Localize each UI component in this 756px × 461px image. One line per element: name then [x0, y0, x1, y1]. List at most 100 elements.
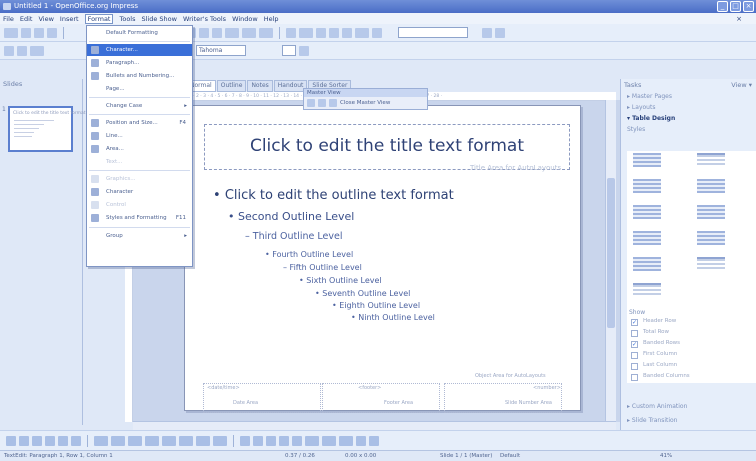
section-table-design[interactable]: ▾ Table Design [621, 113, 756, 124]
text-icon[interactable] [71, 435, 81, 446]
maximize-button[interactable]: □ [730, 1, 741, 12]
menu-item-line[interactable]: Line... [87, 130, 192, 142]
table-style-1[interactable] [633, 153, 661, 167]
arrange-icon[interactable] [339, 435, 353, 446]
find-next-icon[interactable] [495, 27, 505, 38]
close-document-button[interactable]: × [736, 15, 742, 23]
menu-writers-tools[interactable]: Writer's Tools [183, 15, 226, 23]
points-icon[interactable] [240, 435, 250, 446]
select-arrow-icon[interactable] [6, 435, 16, 446]
menu-help[interactable]: Help [264, 15, 279, 23]
table-style-7[interactable] [633, 231, 661, 245]
slide-thumbnail[interactable]: Click to edit the title text format [8, 106, 86, 152]
navigator-icon[interactable] [342, 27, 352, 38]
symbol-shapes-icon[interactable] [145, 435, 159, 446]
menu-item-default-formatting[interactable]: Default Formatting [87, 27, 192, 39]
grid-icon[interactable] [329, 27, 339, 38]
style-dropdown-icon[interactable] [30, 45, 44, 56]
connector-icon[interactable] [111, 435, 125, 446]
font-size-select[interactable] [282, 45, 296, 56]
new-master-icon[interactable] [307, 99, 315, 107]
table-style-4[interactable] [697, 179, 725, 193]
toolbar-options-icon[interactable] [369, 435, 379, 446]
ellipse-icon[interactable] [58, 435, 68, 446]
section-custom-animation[interactable]: ▸ Custom Animation [621, 401, 687, 412]
font-name-select[interactable]: Tahoma [196, 45, 246, 56]
tab-notes[interactable]: Notes [247, 80, 273, 92]
stars-icon[interactable] [213, 435, 227, 446]
style-list-icon[interactable] [17, 45, 27, 56]
menu-format[interactable]: Format [84, 13, 114, 24]
save-icon[interactable] [34, 27, 44, 38]
status-zoom[interactable]: 41% [660, 451, 672, 461]
menu-item-position-size[interactable]: Position and Size... F4 [87, 117, 192, 129]
extrusion-icon[interactable] [356, 435, 366, 446]
section-slide-transition[interactable]: ▸ Slide Transition [621, 415, 678, 426]
checkbox-header-row[interactable]: ✓ [631, 319, 638, 326]
email-icon[interactable] [47, 27, 57, 38]
line-icon[interactable] [19, 435, 29, 446]
menu-tools[interactable]: Tools [119, 15, 135, 23]
help-icon[interactable] [372, 27, 382, 38]
tab-outline[interactable]: Outline [216, 80, 247, 92]
minimize-button[interactable]: _ [717, 1, 728, 12]
callouts-icon[interactable] [196, 435, 210, 446]
search-field[interactable] [398, 27, 468, 38]
checkbox-first-column[interactable] [631, 352, 638, 359]
delete-master-icon[interactable] [318, 99, 326, 107]
table-style-11[interactable] [633, 283, 661, 297]
menu-item-page[interactable]: Page... [87, 83, 192, 95]
table-style-5[interactable] [633, 205, 661, 219]
menu-item-bullets-numbering[interactable]: Bullets and Numbering... [87, 70, 192, 82]
section-master-pages[interactable]: ▸ Master Pages [621, 91, 756, 102]
fontwork-icon[interactable] [266, 435, 276, 446]
menu-slide-show[interactable]: Slide Show [142, 15, 177, 23]
curve-icon[interactable] [94, 435, 108, 446]
menu-item-group[interactable]: Group ▸ [87, 230, 192, 242]
gallery-draw-icon[interactable] [292, 435, 302, 446]
menu-item-change-case[interactable]: Change Case ▸ [87, 100, 192, 112]
bold-icon[interactable] [299, 45, 309, 56]
copy-icon[interactable] [212, 27, 222, 38]
cut-icon[interactable] [199, 27, 209, 38]
arrow-line-icon[interactable] [32, 435, 42, 446]
redo-icon[interactable] [259, 27, 273, 38]
menu-item-paragraph[interactable]: Paragraph... [87, 57, 192, 69]
paste-icon[interactable] [225, 27, 239, 38]
section-layouts[interactable]: ▸ Layouts [621, 102, 756, 113]
horizontal-scrollbar[interactable] [133, 421, 616, 430]
chart-icon[interactable] [286, 27, 296, 38]
vertical-scrollbar[interactable] [605, 100, 616, 422]
rotate-icon[interactable] [305, 435, 319, 446]
block-arrows-icon[interactable] [162, 435, 176, 446]
rectangle-icon[interactable] [45, 435, 55, 446]
rename-master-icon[interactable] [329, 99, 337, 107]
table-style-6[interactable] [697, 205, 725, 219]
table-style-8[interactable] [697, 231, 725, 245]
styles-icon[interactable] [4, 45, 14, 56]
flowchart-icon[interactable] [179, 435, 193, 446]
menu-item-styles-formatting[interactable]: Styles and Formatting F11 [87, 212, 192, 224]
menu-item-character[interactable]: Character... [87, 44, 192, 56]
menu-view[interactable]: View [38, 15, 53, 23]
find-icon[interactable] [482, 27, 492, 38]
gallery-icon[interactable] [355, 27, 369, 38]
basic-shapes-icon[interactable] [128, 435, 142, 446]
scrollbar-thumb[interactable] [607, 178, 615, 328]
menu-file[interactable]: File [3, 15, 14, 23]
align-icon[interactable] [322, 435, 336, 446]
tasks-view-menu[interactable]: View ▾ [731, 79, 752, 91]
table-style-10[interactable] [697, 257, 725, 271]
menu-insert[interactable]: Insert [60, 15, 79, 23]
table-style-3[interactable] [633, 179, 661, 193]
from-file-icon[interactable] [279, 435, 289, 446]
menu-edit[interactable]: Edit [20, 15, 33, 23]
new-document-icon[interactable] [4, 27, 18, 38]
menu-item-area[interactable]: Area... [87, 143, 192, 155]
close-master-view-button[interactable]: Close Master View [340, 100, 390, 106]
menu-window[interactable]: Window [232, 15, 258, 23]
table-style-2[interactable] [697, 153, 725, 167]
checkbox-banded-columns[interactable] [631, 374, 638, 381]
glue-points-icon[interactable] [253, 435, 263, 446]
close-window-button[interactable]: × [743, 1, 754, 12]
